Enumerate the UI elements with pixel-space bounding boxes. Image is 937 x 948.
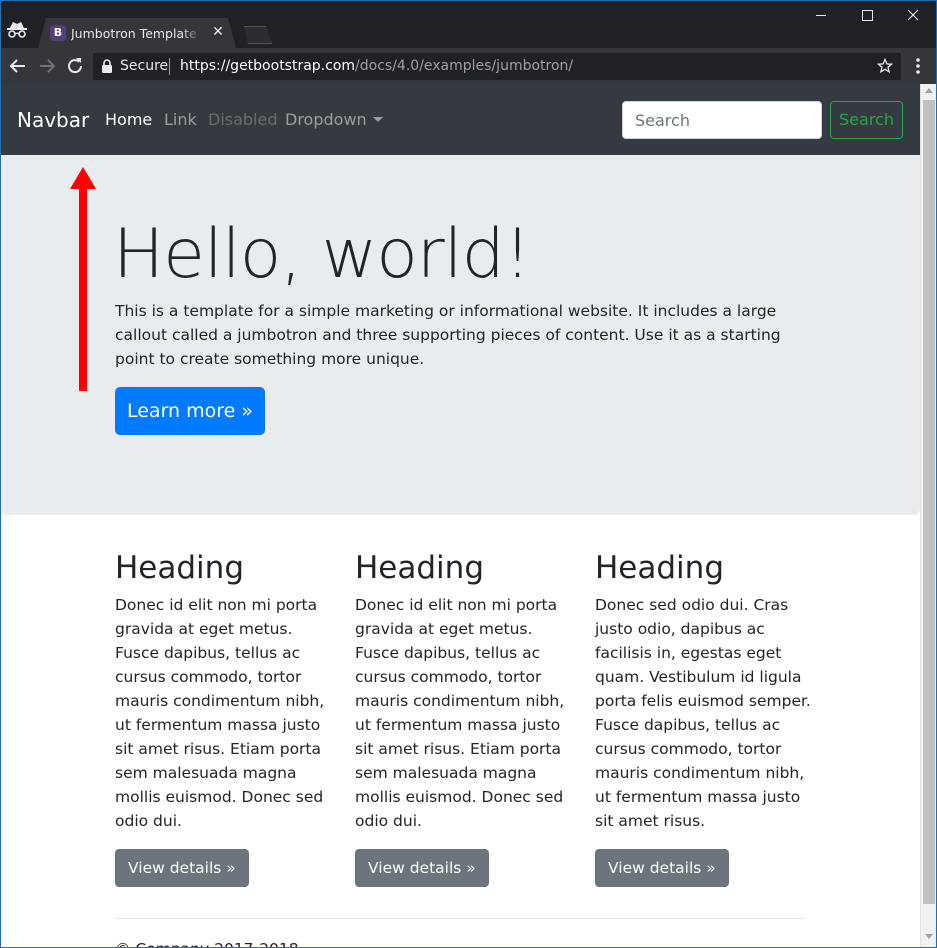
navbar: Navbar Home Link Disabled Dropdown Searc… xyxy=(0,84,920,155)
kebab-menu-icon[interactable] xyxy=(910,57,926,75)
tab-title: Jumbotron Template for Bootstrap xyxy=(71,26,201,41)
browser-tab-active[interactable]: B Jumbotron Template for Bootstrap ✕ xyxy=(38,18,236,48)
scroll-up-arrow-icon[interactable] xyxy=(925,88,933,93)
page-scrollbar[interactable] xyxy=(920,84,937,948)
column-heading: Heading xyxy=(595,550,724,586)
incognito-icon xyxy=(7,22,27,38)
footer-divider xyxy=(115,918,805,919)
lock-icon xyxy=(102,59,112,73)
nav-link-disabled: Disabled xyxy=(208,110,278,129)
jumbotron-heading: Hello, world! xyxy=(113,215,531,294)
navbar-brand[interactable]: Navbar xyxy=(17,108,89,132)
annotation-arrow-up-icon xyxy=(70,167,96,391)
view-details-button[interactable]: View details » xyxy=(355,849,489,887)
close-window-icon[interactable] xyxy=(890,4,936,28)
caret-down-icon xyxy=(372,117,383,122)
content-column-1: Heading Donec id elit non mi porta gravi… xyxy=(115,549,335,887)
nav-dropdown-label: Dropdown xyxy=(285,110,367,129)
bootstrap-favicon-icon: B xyxy=(50,25,66,41)
column-heading: Heading xyxy=(115,550,244,586)
view-details-button[interactable]: View details » xyxy=(115,849,249,887)
arrow-right-icon[interactable] xyxy=(36,55,58,77)
column-heading: Heading xyxy=(355,550,484,586)
scrollbar-thumb[interactable] xyxy=(923,100,935,904)
minimize-window-icon[interactable] xyxy=(798,4,844,28)
secure-label: Secure xyxy=(120,58,169,74)
reload-icon[interactable] xyxy=(64,55,86,77)
footer-copyright: © Company 2017-2018 xyxy=(115,937,299,948)
content-column-3: Heading Donec sed odio dui. Cras justo o… xyxy=(595,549,815,887)
url-separator xyxy=(169,58,170,75)
url-text[interactable]: https://getbootstrap.com/docs/4.0/exampl… xyxy=(180,58,573,75)
tab-close-icon[interactable]: ✕ xyxy=(210,24,226,40)
url-host: https://getbootstrap.com xyxy=(180,58,356,74)
browser-titlebar: B Jumbotron Template for Bootstrap ✕ xyxy=(0,0,937,48)
nav-link-home[interactable]: Home xyxy=(105,110,152,130)
scroll-down-arrow-icon[interactable] xyxy=(925,934,933,939)
nav-link-link[interactable]: Link xyxy=(164,110,197,130)
learn-more-button[interactable]: Learn more » xyxy=(115,387,265,435)
jumbotron: Hello, world! This is a template for a s… xyxy=(0,155,920,515)
arrow-left-icon[interactable] xyxy=(7,55,29,77)
url-path: /docs/4.0/examples/jumbotron/ xyxy=(355,58,574,74)
column-text: Donec id elit non mi porta gravida at eg… xyxy=(355,596,565,830)
search-input[interactable] xyxy=(622,101,822,139)
view-details-button[interactable]: View details » xyxy=(595,849,729,887)
column-text: Donec sed odio dui. Cras justo odio, dap… xyxy=(595,596,811,830)
new-tab-button[interactable] xyxy=(244,26,272,44)
star-icon[interactable] xyxy=(877,58,893,74)
browser-toolbar: Secure https://getbootstrap.com/docs/4.0… xyxy=(0,48,937,84)
page-viewport: Navbar Home Link Disabled Dropdown Searc… xyxy=(0,84,920,948)
jumbotron-lead: This is a template for a simple marketin… xyxy=(115,302,781,368)
search-button[interactable]: Search xyxy=(830,101,903,139)
content-column-2: Heading Donec id elit non mi porta gravi… xyxy=(355,549,575,887)
maximize-window-icon[interactable] xyxy=(844,4,890,28)
nav-dropdown-toggle[interactable]: Dropdown xyxy=(285,110,383,130)
column-text: Donec id elit non mi porta gravida at eg… xyxy=(115,596,325,830)
address-bar[interactable]: Secure https://getbootstrap.com/docs/4.0… xyxy=(93,53,901,80)
